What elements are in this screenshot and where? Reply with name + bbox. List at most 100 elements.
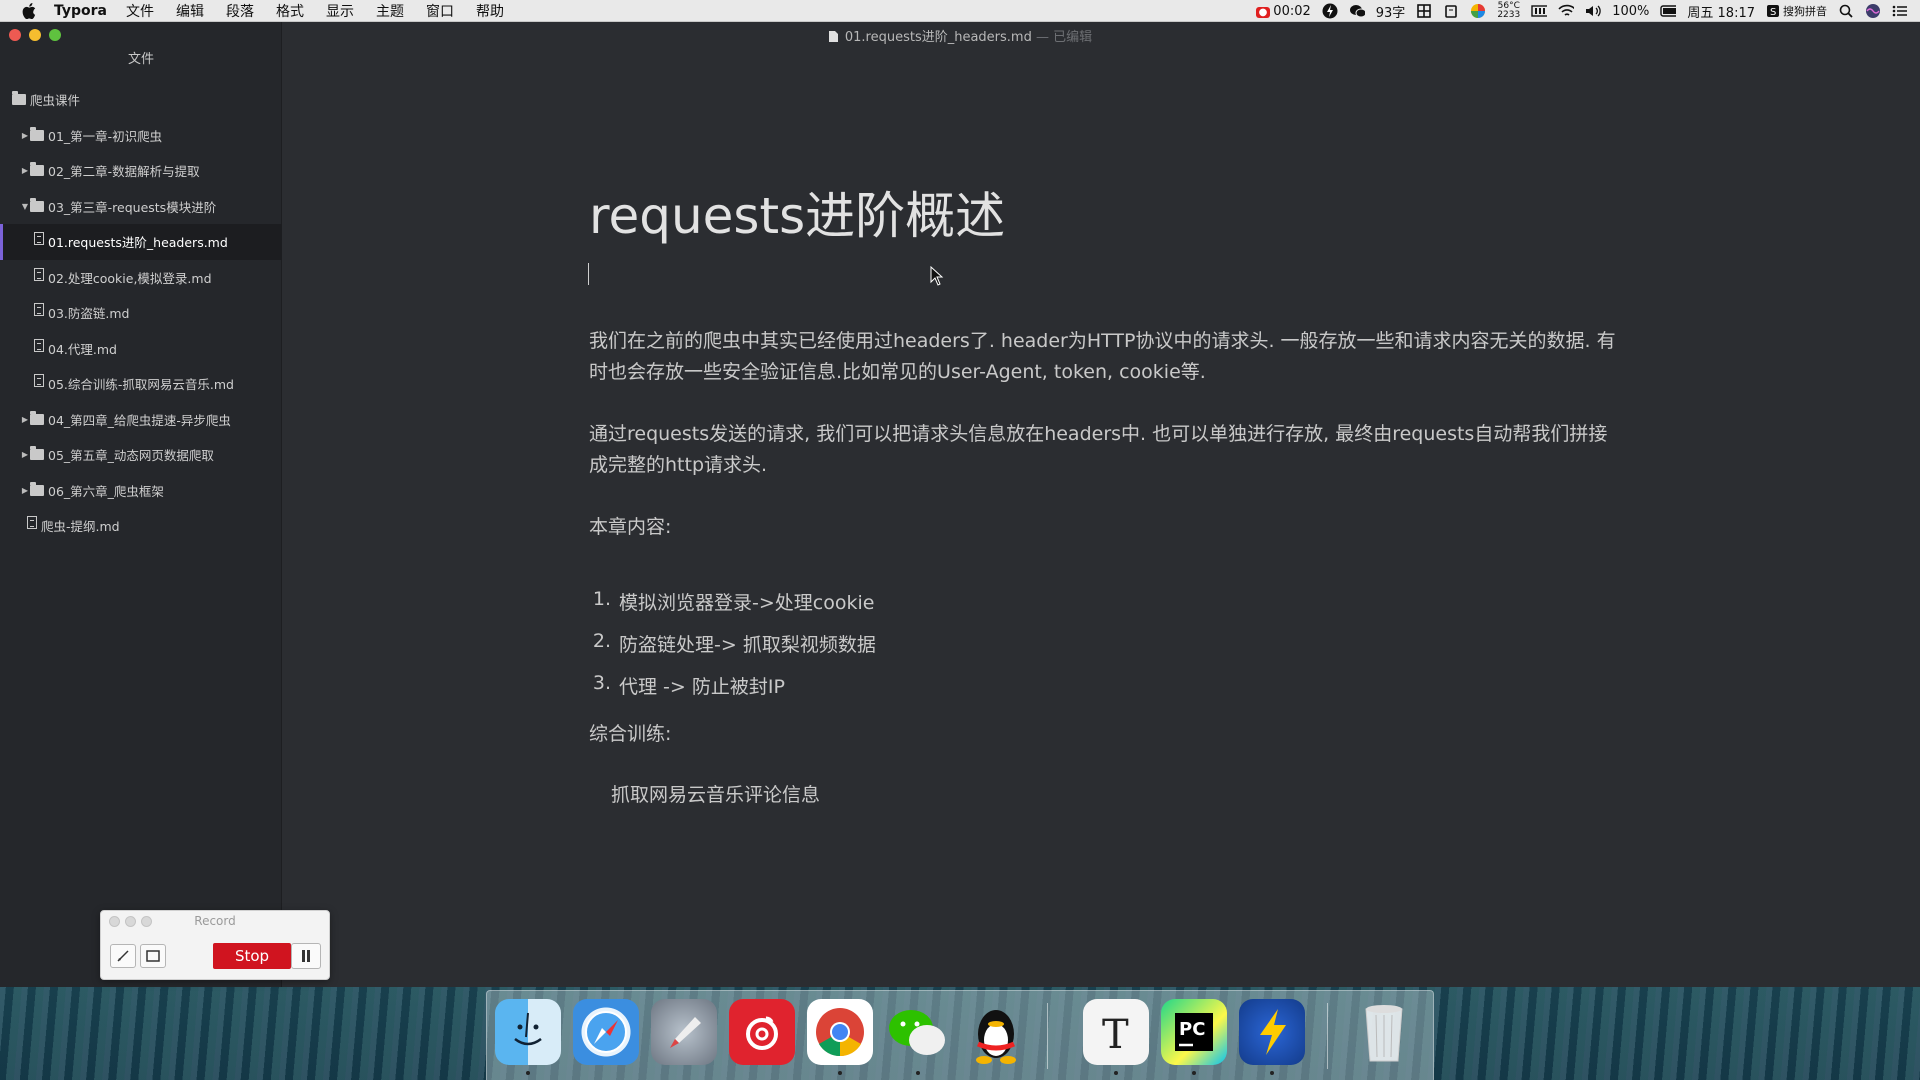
menu-edit[interactable]: 编辑: [176, 1, 204, 21]
pause-button[interactable]: [291, 943, 321, 969]
sidebar-item-label: 03.防盗链.md: [48, 306, 130, 322]
pycharm-icon[interactable]: PC: [1161, 999, 1227, 1065]
sogou-icon: S: [1767, 5, 1779, 18]
app-menu[interactable]: Typora: [54, 3, 107, 19]
triangle-right-icon[interactable]: ▶: [20, 450, 30, 459]
sidebar-folder[interactable]: ▶ 05_第五章_动态网页数据爬取: [0, 437, 282, 473]
record-camera-icon: ●: [1255, 6, 1271, 18]
triangle-right-icon[interactable]: ▶: [20, 131, 30, 140]
sidebar-item-label: 爬虫课件: [30, 93, 81, 109]
finder-icon[interactable]: [495, 999, 561, 1065]
sidebar-file[interactable]: 爬虫-提纲.md: [0, 508, 282, 544]
grid-icon[interactable]: [1416, 3, 1432, 19]
sidebar-file[interactable]: 05.综合训练-抓取网易云音乐.md: [0, 366, 282, 402]
input-method[interactable]: S 搜狗拼音: [1766, 3, 1827, 19]
menu-view[interactable]: 显示: [326, 1, 354, 21]
mouse-pointer-icon: [930, 266, 944, 286]
folder-icon: [30, 197, 44, 212]
editor-area[interactable]: requests进阶概述 我们在之前的爬虫中其实已经使用过headers了. h…: [283, 22, 1920, 987]
file-tree: 爬虫课件 ▶ 01_第一章-初识爬虫 ▶ 02_第二章-数据解析与提取 ▼ 03_第三章-r…: [0, 82, 282, 544]
sidebar-file[interactable]: 03.防盗链.md: [0, 295, 282, 331]
typora-icon[interactable]: T: [1083, 999, 1149, 1065]
apple-icon[interactable]: [18, 2, 40, 19]
menu-help[interactable]: 帮助: [476, 1, 504, 21]
sidebar-item-label: 05.综合训练-抓取网易云音乐.md: [48, 377, 234, 393]
memory-icon[interactable]: [1531, 3, 1548, 19]
color-wheel-icon[interactable]: [1470, 3, 1486, 19]
file-sidebar: 文件 爬虫课件 ▶ 01_第一章-初识爬虫 ▶ 02_第二章-数据解析与提取 ▼ 03_第三…: [0, 22, 282, 987]
sidebar-file[interactable]: 01.requests进阶_headers.md: [0, 224, 282, 260]
paragraph-practice-detail[interactable]: 抓取网易云音乐评论信息: [611, 780, 1641, 811]
notification-center-icon[interactable]: [1892, 3, 1908, 19]
triangle-down-icon[interactable]: ▼: [20, 202, 30, 211]
triangle-right-icon[interactable]: ▶: [20, 415, 30, 424]
sidebar-folder[interactable]: ▶ 04_第四章_给爬虫提速-异步爬虫: [0, 402, 282, 438]
chrome-icon[interactable]: [807, 999, 873, 1065]
menu-paragraph[interactable]: 段落: [226, 1, 254, 21]
battery-percent[interactable]: 100%: [1612, 4, 1649, 19]
file-icon: [34, 374, 44, 388]
sidebar-folder[interactable]: ▼ 03_第三章-requests模块进阶: [0, 189, 282, 225]
dashing-icon[interactable]: [1239, 999, 1305, 1065]
safari-icon[interactable]: [573, 999, 639, 1065]
paragraph-chapter-content[interactable]: 本章内容:: [589, 512, 1619, 543]
sidebar-item-label: 03_第三章-requests模块进阶: [48, 199, 217, 215]
wechat-icon[interactable]: [885, 999, 951, 1065]
sidebar-item-label: 01_第一章-初识爬虫: [48, 128, 163, 144]
menu-format[interactable]: 格式: [276, 1, 304, 21]
folder-icon: [12, 91, 26, 106]
menu-file[interactable]: 文件: [126, 1, 154, 21]
clipboard-icon[interactable]: [1443, 3, 1459, 19]
launchpad-icon[interactable]: [651, 999, 717, 1065]
sidebar-header[interactable]: 文件: [0, 48, 282, 67]
paragraph-1[interactable]: 我们在之前的爬虫中其实已经使用过headers了. header为HTTP协议中…: [589, 326, 1619, 388]
triangle-right-icon[interactable]: ▶: [20, 166, 30, 175]
document-heading[interactable]: requests进阶概述: [589, 176, 1005, 248]
paragraph-2[interactable]: 通过requests发送的请求, 我们可以把请求头信息放在headers中. 也…: [589, 419, 1619, 481]
screen-record-status[interactable]: ● 00:02: [1255, 4, 1311, 19]
sidebar-file[interactable]: 02.处理cookie,模拟登录.md: [0, 260, 282, 296]
record-titlebar: Record: [101, 911, 329, 931]
word-count[interactable]: 93字: [1376, 2, 1406, 21]
sidebar-item-label: 爬虫-提纲.md: [41, 519, 120, 535]
sidebar-folder[interactable]: ▶ 02_第二章-数据解析与提取: [0, 153, 282, 189]
wifi-icon[interactable]: [1558, 3, 1575, 19]
list-item[interactable]: 2. 防盗链处理-> 抓取梨视频数据: [589, 630, 1189, 672]
pen-tool-icon[interactable]: [110, 944, 136, 968]
sidebar-item-label: 04.代理.md: [48, 341, 117, 357]
spotlight-search-icon[interactable]: [1838, 3, 1854, 19]
sidebar-item-label: 05_第五章_动态网页数据爬取: [48, 448, 214, 464]
wechat-status-icon[interactable]: [1349, 3, 1365, 19]
paragraph-practice[interactable]: 综合训练:: [589, 719, 1619, 750]
siri-icon[interactable]: [1865, 3, 1881, 19]
cpu-temp[interactable]: 56°C 2233: [1497, 2, 1520, 20]
folder-icon: [30, 162, 44, 177]
clock[interactable]: 周五 18:17: [1687, 2, 1755, 21]
battery-icon[interactable]: [1660, 3, 1677, 19]
sidebar-folder[interactable]: 爬虫课件: [0, 82, 282, 118]
sidebar-item-label: 02_第二章-数据解析与提取: [48, 164, 200, 180]
folder-icon: [30, 446, 44, 461]
list-item[interactable]: 1. 模拟浏览器登录->处理cookie: [589, 588, 1189, 630]
menu-theme[interactable]: 主题: [376, 1, 404, 21]
svg-text:S: S: [1770, 7, 1776, 18]
menu-window[interactable]: 窗口: [426, 1, 454, 21]
sidebar-folder[interactable]: ▶ 06_第六章_爬虫框架: [0, 473, 282, 509]
sidebar-folder[interactable]: ▶ 01_第一章-初识爬虫: [0, 118, 282, 154]
volume-icon[interactable]: [1585, 3, 1601, 19]
sidebar-file[interactable]: 04.代理.md: [0, 331, 282, 367]
trash-icon[interactable]: [1351, 999, 1417, 1065]
lightning-icon[interactable]: [1322, 3, 1338, 19]
record-widget: Record Stop: [100, 910, 330, 980]
stop-button[interactable]: Stop: [213, 943, 291, 969]
list-item[interactable]: 3. 代理 -> 防止被封IP: [589, 672, 1189, 714]
svg-text:PC: PC: [1179, 1019, 1205, 1040]
file-icon: [27, 516, 37, 530]
record-title: Record: [194, 914, 236, 928]
sidebar-item-label: 02.处理cookie,模拟登录.md: [48, 270, 212, 286]
qq-icon[interactable]: [963, 999, 1029, 1065]
triangle-right-icon[interactable]: ▶: [20, 486, 30, 495]
netease-music-icon[interactable]: [729, 999, 795, 1065]
area-select-icon[interactable]: [140, 944, 166, 968]
status-area: ● 00:02 93字 56°C 2233 100% 周五 18:17 S 搜狗拼音: [1255, 0, 1908, 22]
